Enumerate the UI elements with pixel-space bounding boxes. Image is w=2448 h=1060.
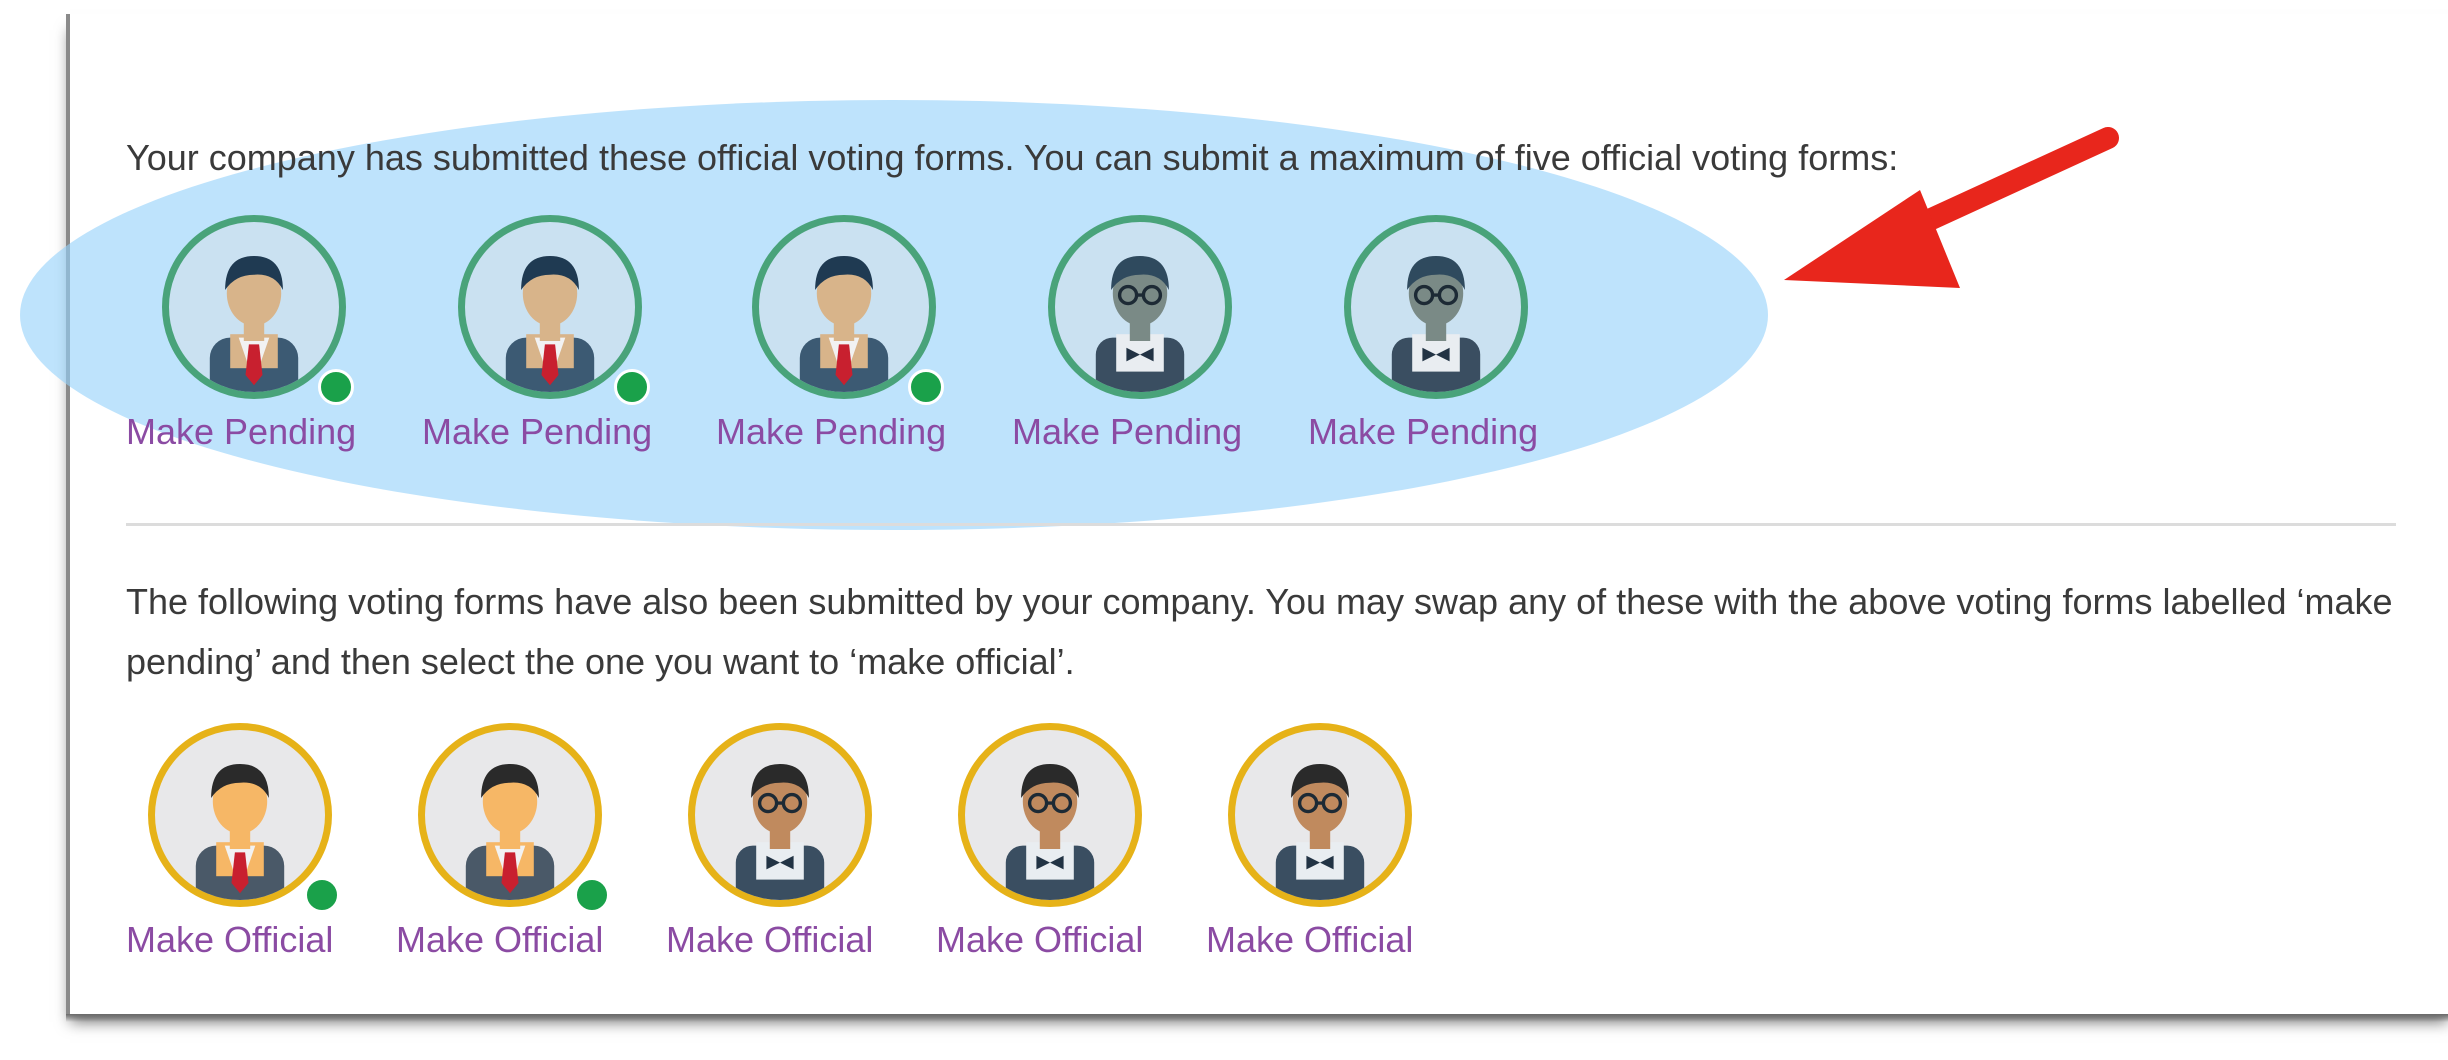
businessman-tie-icon[interactable] (148, 723, 332, 907)
online-status-dot (318, 369, 354, 405)
make-official-link[interactable]: Make Official (936, 919, 1143, 961)
businessman-glasses-bowtie-icon[interactable] (958, 723, 1142, 907)
online-status-dot (614, 369, 650, 405)
businessman-glasses-bowtie-icon[interactable] (1048, 215, 1232, 399)
red-arrow-icon (1784, 127, 2119, 288)
businessman-glasses-bowtie-icon[interactable] (1344, 215, 1528, 399)
businessman-tie-icon[interactable] (418, 723, 602, 907)
make-pending-link[interactable]: Make Pending (126, 411, 356, 453)
pending-forms-intro: The following voting forms have also bee… (126, 581, 2393, 682)
online-status-dot (908, 369, 944, 405)
businessman-tie-icon[interactable] (162, 215, 346, 399)
businessman-glasses-bowtie-icon[interactable] (688, 723, 872, 907)
make-pending-link[interactable]: Make Pending (422, 411, 652, 453)
make-official-link[interactable]: Make Official (666, 919, 873, 961)
make-official-link[interactable]: Make Official (126, 919, 333, 961)
online-status-dot (304, 877, 340, 913)
make-pending-link[interactable]: Make Pending (1308, 411, 1538, 453)
make-pending-link[interactable]: Make Pending (716, 411, 946, 453)
make-official-link[interactable]: Make Official (396, 919, 603, 961)
businessman-tie-icon[interactable] (752, 215, 936, 399)
online-status-dot (574, 877, 610, 913)
make-pending-link[interactable]: Make Pending (1012, 411, 1242, 453)
businessman-glasses-bowtie-icon[interactable] (1228, 723, 1412, 907)
section-divider (126, 523, 2396, 526)
make-official-link[interactable]: Make Official (1206, 919, 1413, 961)
panel-shadow (66, 1014, 2448, 1022)
businessman-tie-icon[interactable] (458, 215, 642, 399)
